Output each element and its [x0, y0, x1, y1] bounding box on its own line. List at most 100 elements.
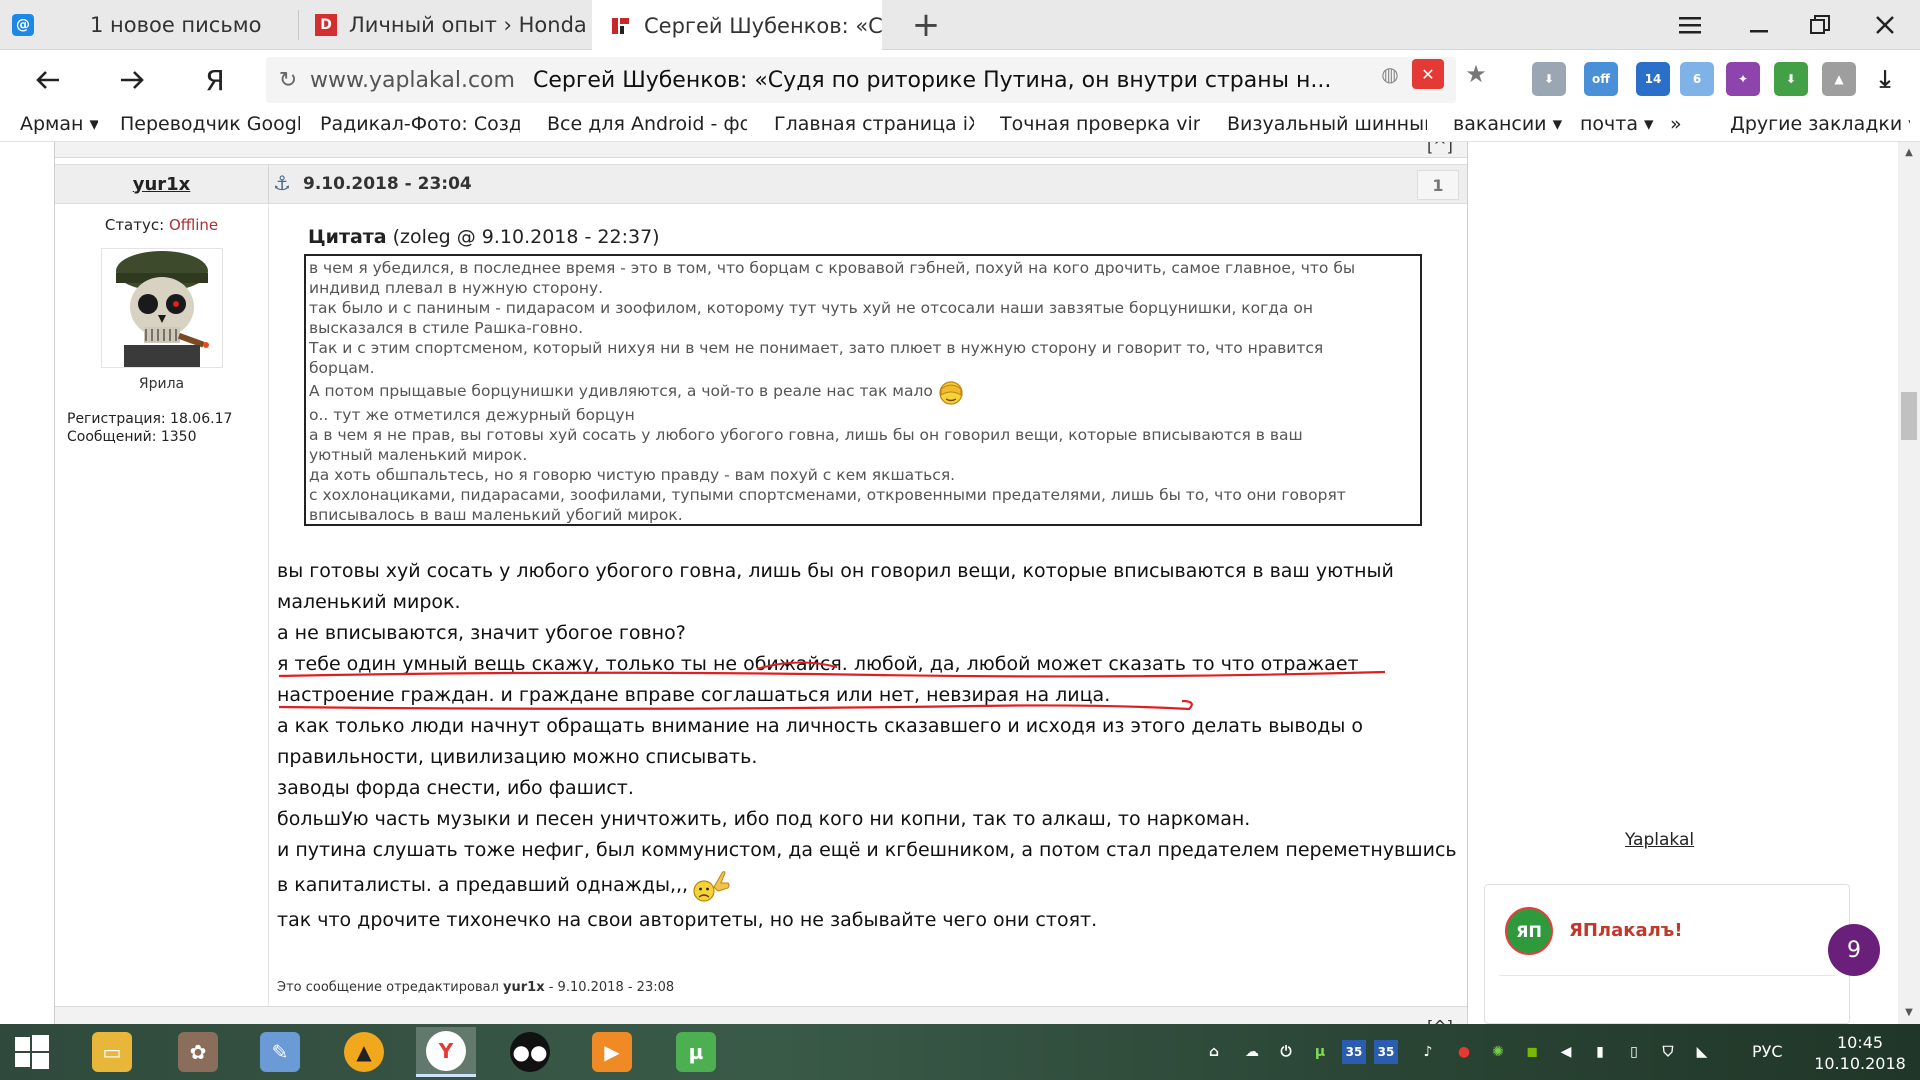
smiley-pointing-icon — [688, 867, 732, 905]
bookmark-other[interactable]: Другие закладки ▾ — [1730, 113, 1910, 139]
yandex-browser-button[interactable]: Y — [416, 1027, 476, 1077]
colorful-extension-icon[interactable]: ✦ — [1726, 62, 1760, 96]
user-title: Ярила — [138, 376, 185, 392]
green-download-icon[interactable]: ⬇ — [1774, 62, 1808, 96]
triangle-extension-icon[interactable]: ▲ — [1822, 62, 1856, 96]
restore-icon[interactable] — [1790, 0, 1850, 50]
clock[interactable]: 10:45 10.10.2018 — [1810, 1032, 1910, 1074]
network-tray-icon[interactable]: ⌂ — [1202, 1040, 1226, 1064]
post-line: а как только люди начнут обращать вниман… — [277, 715, 1364, 737]
media-player-icon: ▶ — [592, 1032, 632, 1072]
scrollbar-thumb[interactable] — [1901, 392, 1917, 440]
notification-badge[interactable]: 9 — [1828, 924, 1880, 976]
quote-line: Так и с этим спортсменом, который нихуя … — [309, 339, 1324, 357]
scroll-up-arrow-icon[interactable]: ▲ — [1898, 142, 1920, 164]
quote-meta: (zoleg @ 9.10.2018 - 22:37) — [386, 226, 660, 248]
vertical-scrollbar[interactable]: ▲ ▼ — [1898, 142, 1920, 1024]
off-extension-icon[interactable]: off — [1584, 62, 1618, 96]
anchor-icon[interactable]: ⚓ — [273, 171, 291, 195]
bookmark-vin[interactable]: Точная проверка vin н — [1000, 113, 1200, 139]
tree-app-button[interactable]: ✿ — [168, 1027, 228, 1077]
avatar[interactable] — [101, 248, 223, 368]
post-line: большУю часть музыки и песен уничтожить,… — [277, 808, 1251, 830]
language-indicator[interactable]: РУС — [1752, 1042, 1783, 1061]
post-separator: [^] — [55, 142, 1467, 158]
author-name[interactable]: yur1x — [55, 165, 268, 203]
forward-button[interactable] — [110, 58, 154, 102]
bookmark-tire[interactable]: Визуальный шинный к — [1227, 113, 1427, 139]
file-explorer-button[interactable]: ▭ — [82, 1027, 142, 1077]
power-tray-icon[interactable]: ⏻ — [1274, 1040, 1298, 1064]
quote-line: высказался в стиле Рашка-говно. — [309, 319, 584, 337]
bookmark-android[interactable]: Все для Android - фору — [547, 113, 747, 139]
tab-yaplakal[interactable]: Сергей Шубенков: «Судя — [592, 0, 882, 51]
bookmark-jobs[interactable]: вакансии ▾ — [1453, 113, 1563, 139]
menu-icon[interactable] — [1660, 0, 1720, 50]
bookmark-radikal[interactable]: Радикал-Фото: Создай — [320, 113, 520, 139]
globe-icon[interactable]: ◍ — [1376, 60, 1404, 88]
post-line: вы готовы хуй сосать у любого убогого го… — [277, 560, 1394, 582]
yaplakal-link[interactable]: Yaplakal — [1625, 830, 1745, 850]
user-status: Статус: Offline — [104, 216, 219, 234]
new-tab-button[interactable]: + — [896, 0, 956, 50]
battery-tray-icon[interactable]: ▮ — [1588, 1040, 1612, 1064]
yaplakal-logo: ЯП — [1505, 907, 1553, 955]
tab-mail[interactable]: @ 1 новое письмо — [0, 0, 297, 50]
scroll-top-link[interactable]: [^] — [1427, 142, 1453, 155]
media-player-button[interactable]: ▶ — [582, 1027, 642, 1077]
signal-tray-icon[interactable]: ◣ — [1690, 1040, 1714, 1064]
post-line: в капиталисты. а предавший однажды,,, — [277, 866, 1517, 905]
skull-avatar-image — [102, 249, 222, 367]
download-manager-icon[interactable]: ⬇ — [1532, 62, 1566, 96]
shield-tray-icon[interactable]: ⛉ — [1656, 1040, 1680, 1064]
reload-icon[interactable]: ↻ — [266, 68, 310, 93]
nvidia-tray-icon[interactable]: ◼ — [1520, 1040, 1544, 1064]
downloads-icon[interactable]: ⤓ — [1868, 62, 1902, 96]
bookmark-google-translate[interactable]: Переводчик Google — [120, 113, 300, 139]
weather-extension-icon[interactable]: 6 — [1680, 62, 1714, 96]
utorrent-tray-icon[interactable]: µ — [1308, 1040, 1332, 1064]
utorrent-button[interactable]: µ — [666, 1027, 726, 1077]
post-line: так что дрочите тихонечко на свои автори… — [277, 908, 1098, 931]
tray-counter-icon[interactable]: 35 — [1342, 1040, 1366, 1064]
bookmarks-overflow-button[interactable]: » — [1670, 113, 1690, 139]
paint-button[interactable]: ✎ — [250, 1027, 310, 1077]
tab-title: Сергей Шубенков: «Судя — [644, 13, 882, 38]
scroll-top-link[interactable]: [^] — [1427, 1017, 1453, 1024]
panda-button[interactable]: ●● — [500, 1027, 560, 1077]
onedrive-tray-icon[interactable]: ☁ — [1240, 1040, 1264, 1064]
calendar-extension-icon[interactable]: 14 — [1636, 62, 1670, 96]
widget-title[interactable]: ЯПлакалъ! — [1569, 920, 1683, 941]
quote-line: так было и с паниным - пидарасом и зоофи… — [309, 299, 1314, 317]
back-button[interactable] — [26, 58, 70, 102]
start-button[interactable] — [2, 1027, 62, 1077]
yandex-button[interactable]: Я — [193, 58, 237, 102]
post-line: маленький мирок. — [277, 591, 461, 613]
url-host: www.yaplakal.com — [310, 67, 515, 93]
close-icon[interactable] — [1855, 0, 1915, 50]
post-line: настроение граждан. и граждане вправе со… — [277, 684, 1111, 706]
device-tray-icon[interactable]: ▯ — [1622, 1040, 1646, 1064]
bookmark-mail[interactable]: почта ▾ — [1580, 113, 1660, 139]
volume-tray-icon[interactable]: ♪ — [1416, 1040, 1440, 1064]
star-icon[interactable]: ★ — [1462, 60, 1490, 88]
post-number[interactable]: 1 — [1417, 170, 1459, 200]
aimp-button[interactable]: ▲ — [334, 1027, 394, 1077]
tab-drive[interactable]: D Личный опыт › Honda CR-V — [299, 0, 590, 50]
panda-icon: ●● — [510, 1032, 550, 1072]
minimize-icon[interactable] — [1730, 0, 1790, 50]
bookmark-ixbt[interactable]: Главная страница iXBT — [774, 113, 974, 139]
right-sidebar: Yaplakal ЯП ЯПлакалъ! — [1470, 142, 1898, 1024]
tray-counter-icon[interactable]: 35 — [1374, 1040, 1398, 1064]
tab-bar: @ 1 новое письмо D Личный опыт › Honda C… — [0, 0, 1920, 51]
razer-tray-icon[interactable]: ✺ — [1486, 1040, 1510, 1064]
speaker-tray-icon[interactable]: ◀ — [1554, 1040, 1578, 1064]
registration-date: Регистрация: 18.06.17 — [67, 411, 233, 427]
tree-app-icon: ✿ — [178, 1032, 218, 1072]
address-bar[interactable]: ↻ www.yaplakal.com Сергей Шубенков: «Суд… — [266, 57, 1456, 103]
scroll-down-arrow-icon[interactable]: ▼ — [1898, 1002, 1920, 1024]
adblock-icon[interactable]: ✕ — [1412, 59, 1444, 89]
bookmark-arman[interactable]: Арман ▾ — [20, 113, 98, 139]
yaplakal-widget[interactable]: ЯП ЯПлакалъ! — [1484, 884, 1850, 1024]
recorder-tray-icon[interactable]: ● — [1452, 1040, 1476, 1064]
